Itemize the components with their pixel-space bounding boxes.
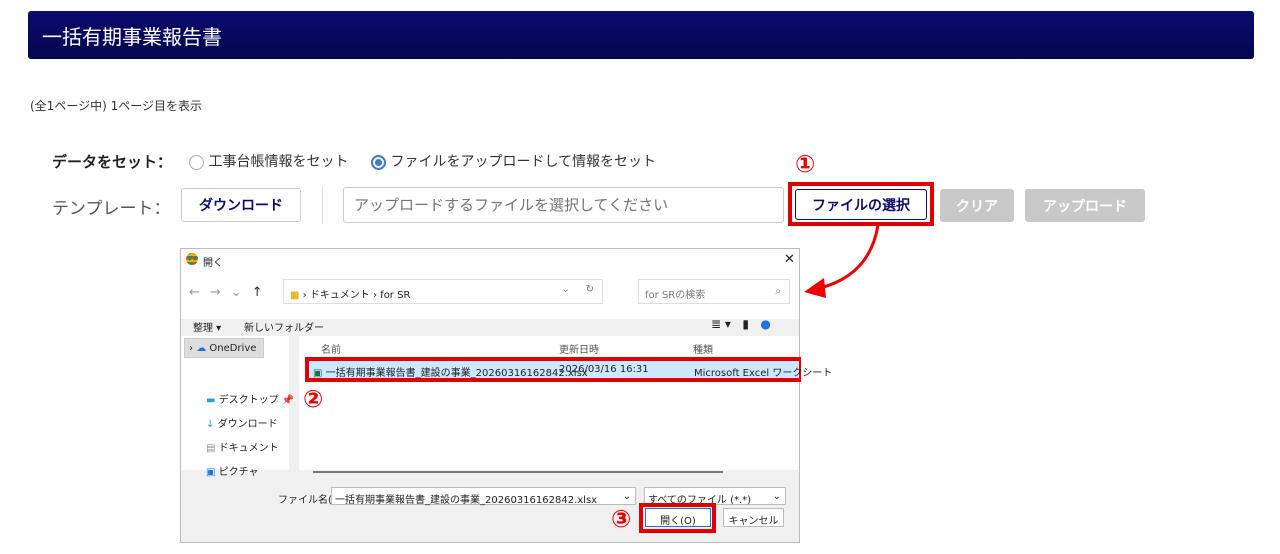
arrow-icon [804, 224, 880, 298]
search-input[interactable]: for SRの検索 ⌕ [638, 279, 790, 304]
radio-button[interactable] [189, 154, 204, 170]
nav-arrows[interactable]: ←→⌄↑ [189, 285, 273, 300]
radio-ledger[interactable]: 工事台帳情報をセット [189, 151, 348, 171]
clear-button[interactable]: クリア [940, 189, 1014, 222]
step-2-marker: ② [303, 385, 324, 413]
open-button[interactable]: 開く(O) [645, 508, 711, 527]
chrome-icon [186, 253, 198, 265]
step-3-marker: ③ [611, 505, 632, 533]
select-file-button[interactable]: ファイルの選択 [795, 189, 927, 220]
page-header: 一括有期事業報告書 [28, 11, 1254, 59]
nav-desktop[interactable]: ▬ デスクトップ 📌 [206, 391, 294, 406]
close-icon[interactable]: ✕ [784, 252, 795, 267]
download-button[interactable]: ダウンロード [181, 188, 301, 222]
radio-label: 工事台帳情報をセット [208, 154, 349, 170]
upload-button[interactable]: アップロード [1025, 189, 1145, 222]
horizontal-scrollbar[interactable] [313, 471, 723, 473]
open-file-dialog: 開く ✕ ←→⌄↑ ■ › ドキュメント › for SR ⌄ ↻ for SRの… [180, 248, 832, 543]
view-icon[interactable]: ≣ ▾ ▮ ● [711, 317, 771, 331]
new-folder-button[interactable]: 新しいフォルダー [244, 319, 324, 334]
radio-button[interactable] [371, 154, 386, 170]
col-type[interactable]: 種類 [693, 341, 713, 356]
cancel-button[interactable]: キャンセル [723, 508, 784, 527]
data-set-label: データをセット： [52, 153, 173, 171]
col-name[interactable]: 名前 [321, 341, 341, 356]
file-path-input[interactable] [343, 187, 784, 223]
address-bar[interactable]: ■ › ドキュメント › for SR ⌄ ↻ [283, 279, 603, 304]
nav-documents[interactable]: ▤ ドキュメント [206, 439, 279, 454]
organize-button[interactable]: 整理 ▾ [193, 319, 221, 334]
radio-label: ファイルをアップロードして情報をセット [390, 154, 657, 170]
divider [322, 186, 323, 224]
page-info: (全1ページ中) 1ページ目を表示 [30, 99, 202, 113]
nav-downloads[interactable]: ↓ ダウンロード [206, 415, 278, 430]
radio-upload[interactable]: ファイルをアップロードして情報をセット [371, 151, 656, 171]
step-1-marker: ① [795, 150, 816, 178]
filename-input[interactable]: 一括有期事業報告書_建設の事業_20260316162842.xlsx ⌄ [331, 487, 636, 506]
col-modified[interactable]: 更新日時 [559, 341, 599, 356]
file-row[interactable]: ▣ 一括有期事業報告書_建設の事業_20260316162842.xlsx 20… [309, 361, 832, 379]
dialog-title: 開く [203, 258, 223, 269]
template-label: テンプレート： [52, 199, 171, 219]
nav-onedrive[interactable]: › ☁ OneDrive [184, 338, 264, 358]
nav-pictures[interactable]: ▣ ピクチャ [206, 463, 259, 478]
